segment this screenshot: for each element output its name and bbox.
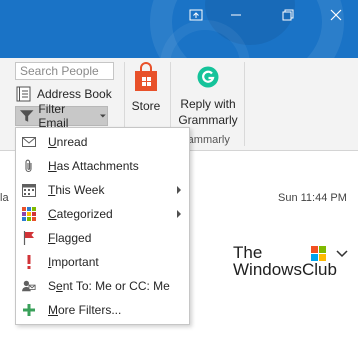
- menu-item-label: Unread: [48, 135, 88, 149]
- filter-email-menu: Unread Has Attachments This Week Categor…: [15, 127, 190, 325]
- funnel-icon: [19, 110, 34, 122]
- touch-mode-button[interactable]: [180, 4, 212, 26]
- restore-button[interactable]: [272, 4, 304, 26]
- message-date: Sun 11:44 PM: [278, 192, 347, 204]
- menu-item-more-filters[interactable]: More Filters...: [16, 298, 189, 322]
- menu-item-label: Has Attachments: [48, 159, 139, 173]
- windows-logo-icon: [311, 246, 326, 261]
- menu-item-label: Sent To: Me or CC: Me: [48, 279, 170, 293]
- menu-item-label: Categorized: [48, 207, 113, 221]
- menu-item-label: Important: [48, 255, 99, 269]
- menu-item-has-attachments[interactable]: Has Attachments: [16, 154, 189, 178]
- address-book-label: Address Book: [37, 87, 112, 101]
- plus-icon: [22, 303, 36, 317]
- menu-item-flagged[interactable]: Flagged: [16, 226, 189, 250]
- ribbon-separator: [244, 62, 245, 146]
- grammarly-group-label: rammarly: [184, 134, 230, 146]
- categories-icon: [22, 207, 36, 221]
- flag-icon: [22, 231, 36, 245]
- address-book-button[interactable]: Address Book: [15, 84, 112, 104]
- submenu-arrow-icon: [177, 186, 181, 194]
- submenu-arrow-icon: [177, 210, 181, 218]
- truncated-sender-text: la: [0, 192, 9, 204]
- menu-item-unread[interactable]: Unread: [16, 130, 189, 154]
- store-button[interactable]: Store: [130, 62, 162, 114]
- sent-to-icon: [22, 279, 36, 293]
- restore-icon: [282, 9, 294, 21]
- close-button[interactable]: [320, 4, 352, 26]
- minimize-icon: [231, 14, 241, 16]
- minimize-button[interactable]: [220, 4, 252, 26]
- paperclip-icon: [22, 159, 36, 173]
- close-icon: [330, 9, 342, 21]
- menu-item-label: This Week: [48, 183, 105, 197]
- touch-mode-icon: [189, 9, 203, 21]
- menu-item-sent-to-me[interactable]: Sent To: Me or CC: Me: [16, 274, 189, 298]
- menu-item-important[interactable]: Important: [16, 250, 189, 274]
- search-people-input[interactable]: [15, 62, 114, 80]
- filter-email-button[interactable]: Filter Email: [15, 102, 108, 130]
- address-book-icon: [16, 86, 31, 102]
- chevron-down-icon[interactable]: [336, 250, 348, 258]
- menu-item-categorized[interactable]: Categorized: [16, 202, 189, 226]
- menu-item-label: More Filters...: [48, 303, 122, 317]
- dropdown-caret-icon: [100, 114, 107, 118]
- watermark: The WindowsClub: [233, 244, 337, 278]
- reply-with-grammarly-button[interactable]: Reply with Grammarly: [176, 62, 240, 128]
- grammarly-icon: [197, 66, 219, 88]
- menu-item-label: Flagged: [48, 231, 92, 245]
- exclamation-icon: [22, 255, 36, 269]
- grammarly-label: Grammarly: [178, 113, 238, 127]
- calendar-icon: [22, 183, 36, 197]
- envelope-icon: [22, 135, 36, 149]
- store-label: Store: [131, 99, 161, 113]
- title-bar: [0, 0, 358, 58]
- filter-email-label: Filter Email: [38, 102, 69, 130]
- store-bag-icon: [135, 62, 157, 91]
- watermark-line-2: WindowsClub: [233, 260, 337, 279]
- reply-with-label: Reply with: [180, 97, 236, 111]
- menu-item-this-week[interactable]: This Week: [16, 178, 189, 202]
